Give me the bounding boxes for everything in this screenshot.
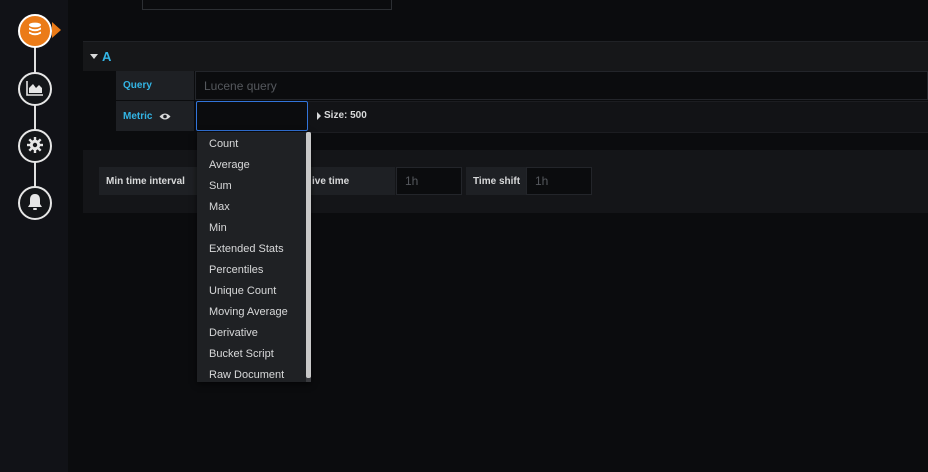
- size-label: Size: 500: [324, 110, 367, 121]
- metric-option-max[interactable]: Max: [197, 196, 311, 217]
- metric-options-list: Count Average Sum Max Min Extended Stats Perce…: [197, 133, 311, 382]
- relative-time-input[interactable]: 1h: [396, 167, 462, 195]
- metric-type-select[interactable]: [196, 101, 308, 131]
- dropdown-scrollbar-thumb[interactable]: [306, 132, 311, 378]
- lucene-query-input[interactable]: Lucene query: [195, 71, 928, 100]
- metric-option-derivative[interactable]: Derivative: [197, 322, 311, 343]
- chart-icon: [26, 80, 44, 99]
- metric-option-raw-document[interactable]: Raw Document: [197, 364, 311, 382]
- metric-settings-toggle[interactable]: Size: 500: [317, 110, 367, 121]
- query-label: Query: [116, 71, 194, 100]
- metric-label: Metric: [116, 101, 194, 131]
- visualization-step-button[interactable]: [18, 72, 52, 106]
- query-ref-letter[interactable]: A: [102, 49, 111, 64]
- metric-option-unique-count[interactable]: Unique Count: [197, 280, 311, 301]
- metric-option-extended-stats[interactable]: Extended Stats: [197, 238, 311, 259]
- general-settings-step-button[interactable]: [18, 129, 52, 163]
- time-shift-input[interactable]: 1h: [526, 167, 592, 195]
- relative-time-label: ive time: [306, 167, 395, 195]
- metric-option-average[interactable]: Average: [197, 154, 311, 175]
- eye-icon[interactable]: [159, 112, 171, 121]
- time-shift-label: Time shift: [466, 167, 526, 195]
- sidebar-rail: [34, 30, 36, 202]
- query-header[interactable]: A: [83, 41, 928, 71]
- dropdown-scrollbar-track[interactable]: [306, 132, 311, 382]
- metric-row-background: [308, 101, 928, 133]
- expand-caret-icon: [317, 111, 321, 120]
- min-time-interval-label: Min time interval: [99, 167, 199, 195]
- metric-option-percentiles[interactable]: Percentiles: [197, 259, 311, 280]
- collapse-caret-icon[interactable]: [90, 54, 98, 59]
- metric-option-count[interactable]: Count: [197, 133, 311, 154]
- database-icon: [26, 21, 44, 42]
- metric-option-sum[interactable]: Sum: [197, 175, 311, 196]
- settings-icon: [26, 136, 44, 157]
- data-source-select[interactable]: [142, 0, 392, 10]
- alert-step-button[interactable]: [18, 186, 52, 220]
- editor-sidebar: [0, 0, 68, 472]
- metric-option-moving-average[interactable]: Moving Average: [197, 301, 311, 322]
- metric-option-bucket-script[interactable]: Bucket Script: [197, 343, 311, 364]
- active-step-arrow: [52, 22, 61, 38]
- metric-type-dropdown[interactable]: Count Average Sum Max Min Extended Stats Perce…: [197, 132, 311, 382]
- metric-label-text: Metric: [123, 110, 153, 122]
- bell-icon: [27, 193, 43, 214]
- metric-option-min[interactable]: Min: [197, 217, 311, 238]
- queries-step-button[interactable]: [18, 14, 52, 48]
